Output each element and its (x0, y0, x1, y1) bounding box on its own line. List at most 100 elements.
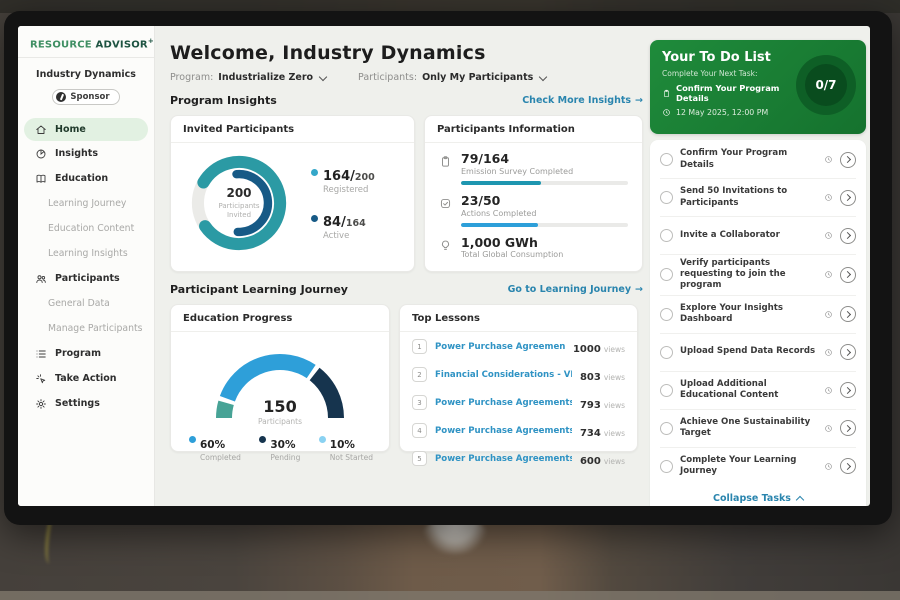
task-chevron-button[interactable] (840, 190, 856, 206)
nav-icon (35, 348, 47, 360)
invited-donut-chart: 200 Participants Invited (183, 147, 295, 259)
sidebar: RESOURCE ADVISOR+ Industry Dynamics Spon… (18, 26, 155, 506)
check-more-insights-link[interactable]: Check More Insights→ (522, 95, 643, 106)
sidebar-item[interactable]: Settings (18, 391, 154, 416)
task-row[interactable]: Confirm Your Program Details (660, 141, 856, 179)
sidebar-item[interactable]: Learning Journey (18, 191, 154, 216)
go-to-learning-journey-link[interactable]: Go to Learning Journey→ (508, 284, 643, 295)
sidebar-item[interactable]: Education (18, 166, 154, 191)
rank-badge: 2 (412, 367, 427, 382)
task-chevron-button[interactable] (840, 420, 856, 436)
stat-row: 1,000 GWh Total Global Consumption (439, 236, 628, 260)
legend-dot (259, 436, 266, 443)
sidebar-item-label: Manage Participants (48, 323, 143, 334)
program-dropdown[interactable]: Program: Industrialize Zero (170, 72, 326, 83)
sidebar-item-label: Learning Insights (48, 248, 128, 259)
task-row[interactable]: Verify participants requesting to join t… (660, 255, 856, 296)
sidebar-item[interactable]: Participants (18, 266, 154, 291)
lesson-row[interactable]: 1 Power Purchase Agreements 101 1000view… (400, 332, 637, 360)
progress-fill (461, 223, 538, 227)
task-checkbox[interactable] (660, 346, 673, 359)
task-row[interactable]: Upload Spend Data Records (660, 334, 856, 372)
chevron-up-icon (796, 495, 804, 503)
clock-icon (824, 270, 833, 279)
org-name: Industry Dynamics (18, 69, 154, 80)
sidebar-item[interactable]: Learning Insights (18, 241, 154, 266)
sidebar-item[interactable]: Education Content (18, 216, 154, 241)
sidebar-item[interactable]: Take Action (18, 366, 154, 391)
task-checkbox[interactable] (660, 384, 673, 397)
sidebar-item[interactable]: Home (24, 118, 148, 141)
top-lessons-card: Top Lessons 1 Power Purchase Agreements … (399, 304, 638, 452)
sidebar-item-label: Insights (55, 148, 98, 159)
lesson-row[interactable]: 4 Power Purchase Agreements 102 734views (400, 416, 637, 444)
nav-icon (35, 273, 47, 285)
education-gauge-chart: 150 Participants (205, 340, 355, 426)
task-list-card: Confirm Your Program Details Send 50 Inv… (650, 140, 866, 506)
lesson-link[interactable]: Power Purchase Agreements 101 (435, 398, 572, 408)
arrow-right-icon: → (635, 95, 643, 106)
sidebar-item[interactable]: General Data (18, 291, 154, 316)
clock-icon (824, 424, 833, 433)
task-checkbox[interactable] (660, 153, 673, 166)
participants-information-card: Participants Information 79/164 Emission… (424, 115, 643, 272)
nav-icon (35, 398, 47, 410)
legend-dot (311, 169, 318, 176)
sidebar-item-label: Settings (55, 398, 100, 409)
task-chevron-button[interactable] (840, 152, 856, 168)
stat-row: 79/164 Emission Survey Completed (439, 152, 628, 185)
task-checkbox[interactable] (660, 191, 673, 204)
task-chevron-button[interactable] (840, 306, 856, 322)
sidebar-item-label: General Data (48, 298, 110, 309)
sidebar-item[interactable]: Program (18, 341, 154, 366)
stat-icon (439, 197, 452, 210)
participants-dropdown[interactable]: Participants: Only My Participants (358, 72, 546, 83)
sidebar-item-label: Learning Journey (48, 198, 126, 209)
task-checkbox[interactable] (660, 422, 673, 435)
legend-entry: 10% Not Started (319, 433, 373, 462)
sidebar-item-label: Participants (55, 273, 120, 284)
task-row[interactable]: Upload Additional Educational Content (660, 372, 856, 410)
task-chevron-button[interactable] (840, 382, 856, 398)
section-title-learning-journey: Participant Learning Journey (170, 283, 348, 296)
task-row[interactable]: Send 50 Invitations to Participants (660, 179, 856, 217)
task-chevron-button[interactable] (840, 267, 856, 283)
clock-icon (824, 193, 833, 202)
lesson-link[interactable]: Power Purchase Agreements 102 (435, 426, 572, 436)
task-checkbox[interactable] (660, 308, 673, 321)
lesson-link[interactable]: Power Purchase Agreements 103 (435, 454, 572, 464)
task-row[interactable]: Achieve One Sustainability Target (660, 410, 856, 448)
education-progress-card: Education Progress 150 Participants 60% (170, 304, 390, 452)
task-chevron-button[interactable] (840, 344, 856, 360)
progress-bar (461, 223, 628, 227)
task-checkbox[interactable] (660, 460, 673, 473)
clipboard-icon (662, 89, 671, 98)
legend-dot (319, 436, 326, 443)
sidebar-item-label: Home (55, 124, 86, 135)
lesson-link[interactable]: Financial Considerations - VPPAs (435, 370, 572, 380)
task-chevron-button[interactable] (840, 228, 856, 244)
lesson-row[interactable]: 5 Power Purchase Agreements 103 600views (400, 444, 637, 472)
clock-icon (824, 386, 833, 395)
sidebar-item[interactable]: Insights (18, 141, 154, 166)
nav-icon (35, 124, 47, 136)
task-row[interactable]: Explore Your Insights Dashboard (660, 296, 856, 334)
clock-icon (824, 231, 833, 240)
sidebar-item-label: Education (55, 173, 108, 184)
legend-dot (189, 436, 196, 443)
legend-entry: 84/164 Active (311, 211, 375, 241)
sidebar-item[interactable]: Manage Participants (18, 316, 154, 341)
nav-icon (35, 373, 47, 385)
legend-entry: 60% Completed (189, 433, 241, 462)
lesson-link[interactable]: Power Purchase Agreements 101 (435, 342, 565, 352)
task-row[interactable]: Complete Your Learning Journey (660, 448, 856, 485)
sidebar-item-label: Take Action (55, 373, 117, 384)
task-checkbox[interactable] (660, 229, 673, 242)
lesson-row[interactable]: 3 Power Purchase Agreements 101 793views (400, 388, 637, 416)
task-checkbox[interactable] (660, 268, 673, 281)
collapse-tasks-link[interactable]: Collapse Tasks (660, 485, 856, 506)
task-chevron-button[interactable] (840, 458, 856, 474)
stat-icon (439, 239, 452, 252)
task-row[interactable]: Invite a Collaborator (660, 217, 856, 255)
lesson-row[interactable]: 2 Financial Considerations - VPPAs 803vi… (400, 360, 637, 388)
